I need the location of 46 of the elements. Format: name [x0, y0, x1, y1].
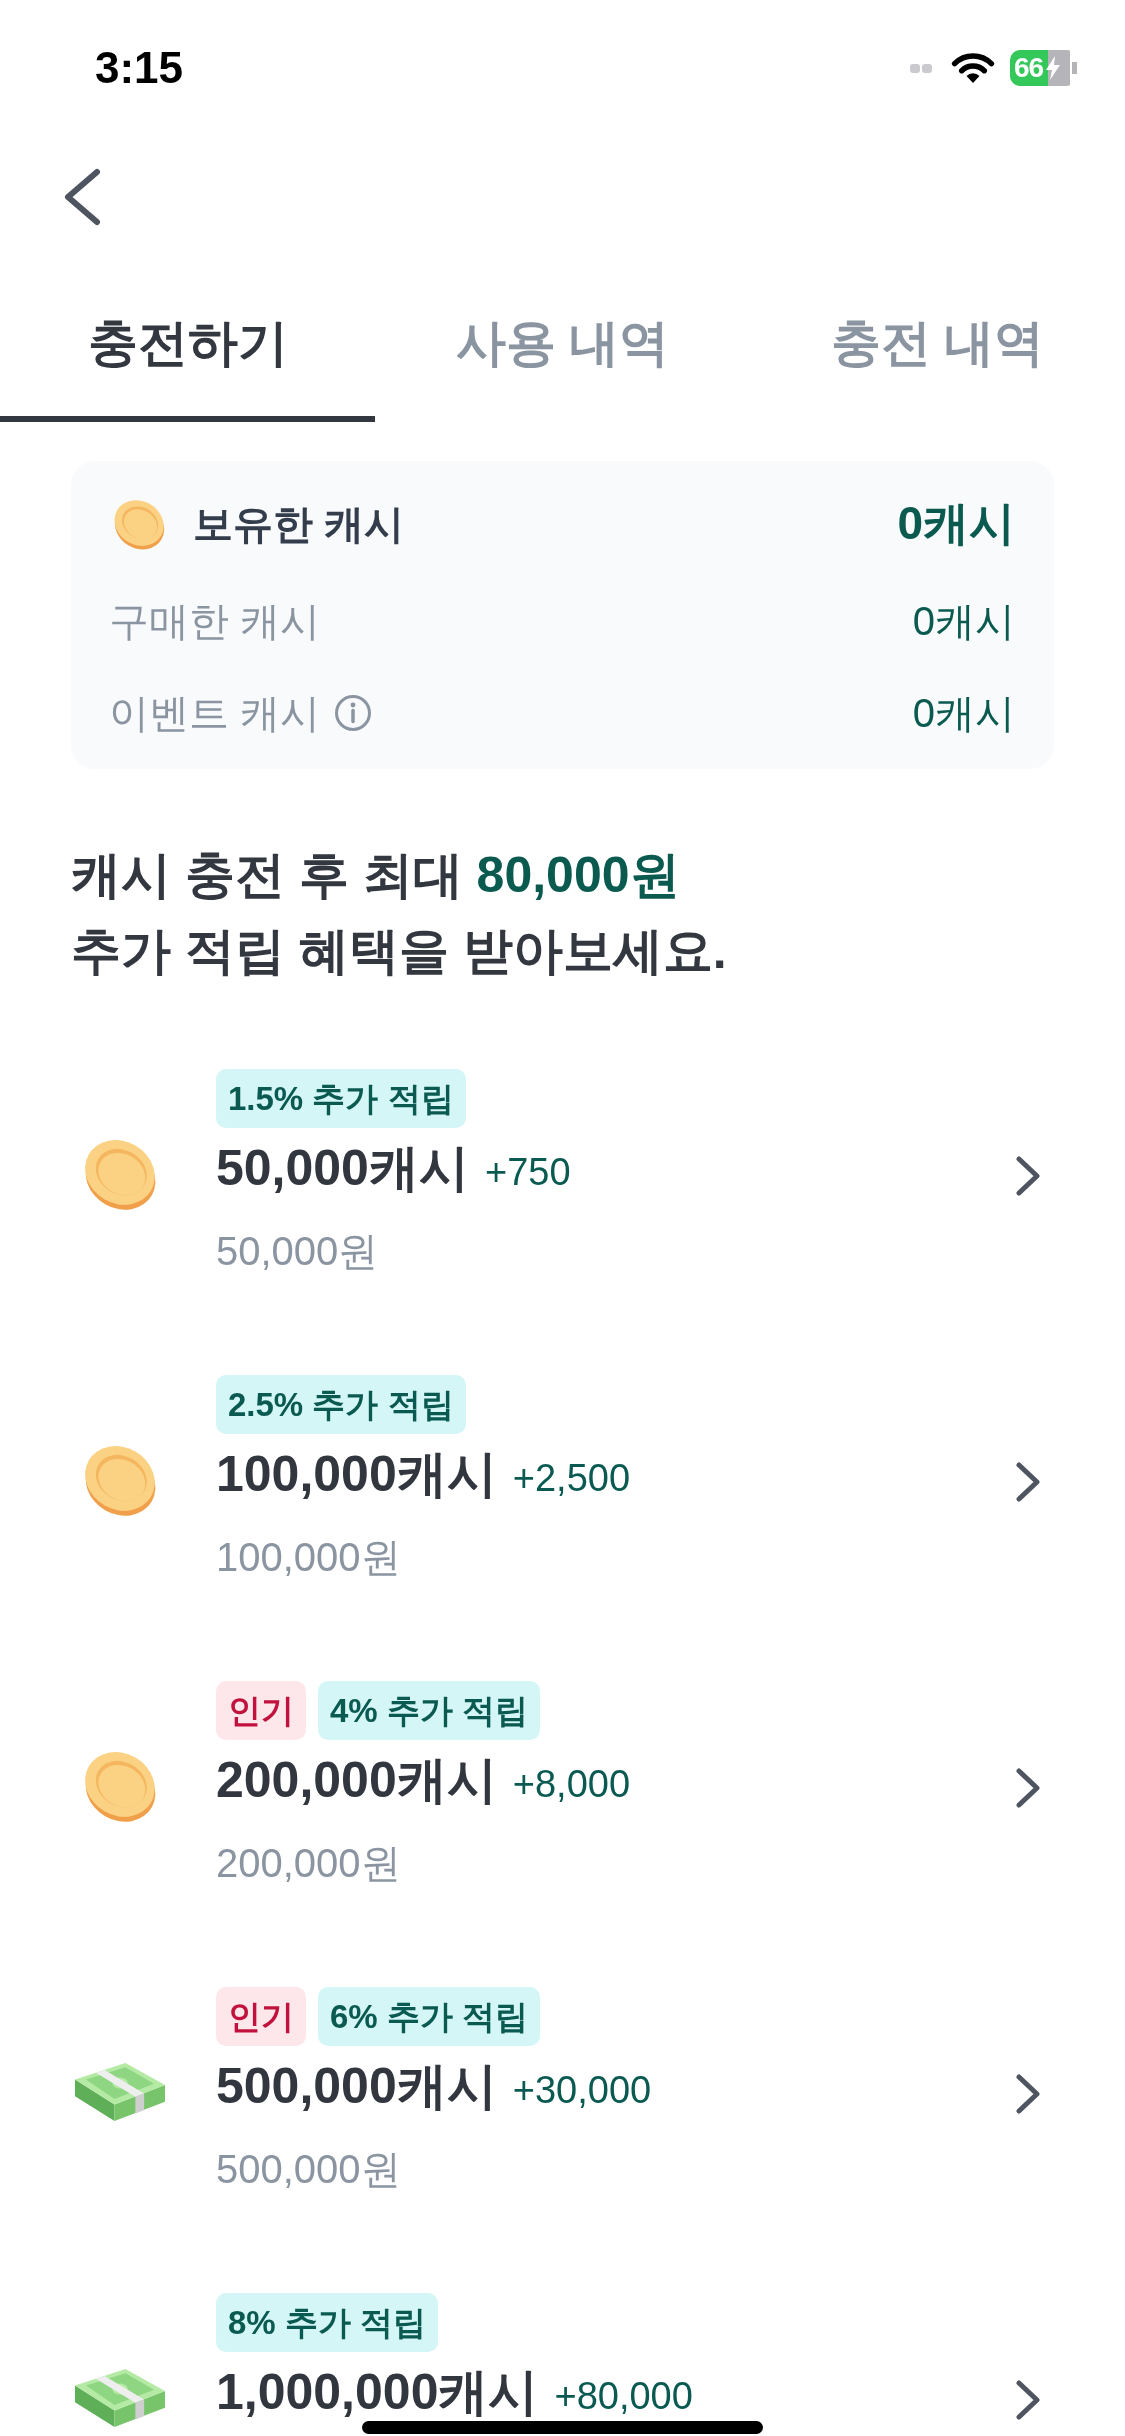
chevron-right-icon[interactable] [1015, 2379, 1041, 2421]
balance-value: 0캐시 [912, 597, 1015, 645]
bonus-amount: +750 [484, 1150, 571, 1195]
balance-label: 이벤트 캐시 [109, 689, 321, 737]
bolt-icon [1046, 56, 1061, 80]
cellular-signal-icon [910, 63, 932, 73]
chevron-right-icon[interactable] [1015, 2073, 1041, 2115]
cash-amount: 1,000,000캐시 [216, 2364, 539, 2420]
balance-value: 0캐시 [912, 689, 1015, 737]
coin-icon [112, 497, 167, 551]
banknote-stack-icon [75, 2063, 165, 2121]
chevron-right-icon[interactable] [1015, 1767, 1041, 1809]
cash-amount: 100,000캐시 [216, 1446, 497, 1502]
bonus-rate-tag: 4% 추가 적립 [318, 1681, 541, 1740]
battery-percentage: 66 [1014, 52, 1044, 84]
bonus-amount: +80,000 [554, 2374, 693, 2419]
price: 200,000원 [216, 1840, 402, 1887]
cash-amount: 500,000캐시 [216, 2058, 497, 2114]
bonus-amount: +8,000 [512, 1762, 631, 1807]
promo-headline: 캐시 충전 후 최대 80,000원 추가 적립 혜택을 받아보세요. [71, 846, 728, 981]
chevron-right-icon[interactable] [1015, 1461, 1041, 1503]
wifi-icon [951, 51, 995, 85]
bonus-amount: +2,500 [512, 1456, 631, 1501]
price: 50,000원 [216, 1228, 380, 1275]
price: 100,000원 [216, 1534, 402, 1581]
tab[interactable]: 충전 내역 [750, 300, 1125, 422]
balance-title: 보유한 캐시 [193, 500, 405, 548]
chevron-left-icon[interactable] [62, 168, 102, 226]
price: 500,000원 [216, 2146, 402, 2193]
popular-tag: 인기 [216, 1681, 306, 1740]
balance-label: 구매한 캐시 [109, 597, 321, 645]
tab[interactable]: 사용 내역 [375, 300, 750, 422]
cash-amount: 200,000캐시 [216, 1752, 497, 1808]
tab[interactable]: 충전하기 [0, 300, 375, 422]
bonus-rate-tag: 6% 추가 적립 [318, 1987, 541, 2046]
popular-tag: 인기 [216, 1987, 306, 2046]
bonus-amount: +30,000 [512, 2068, 652, 2113]
bonus-rate-tag: 1.5% 추가 적립 [216, 1069, 466, 1128]
banknote-stack-icon [75, 2369, 165, 2427]
info-icon[interactable] [334, 694, 373, 732]
cash-amount: 50,000캐시 [216, 1140, 469, 1196]
bonus-rate-tag: 2.5% 추가 적립 [216, 1375, 466, 1434]
balance-total: 0캐시 [897, 496, 1015, 551]
chevron-right-icon[interactable] [1015, 1155, 1041, 1197]
bonus-rate-tag: 8% 추가 적립 [216, 2293, 439, 2352]
status-time: 3:15 [95, 42, 184, 94]
